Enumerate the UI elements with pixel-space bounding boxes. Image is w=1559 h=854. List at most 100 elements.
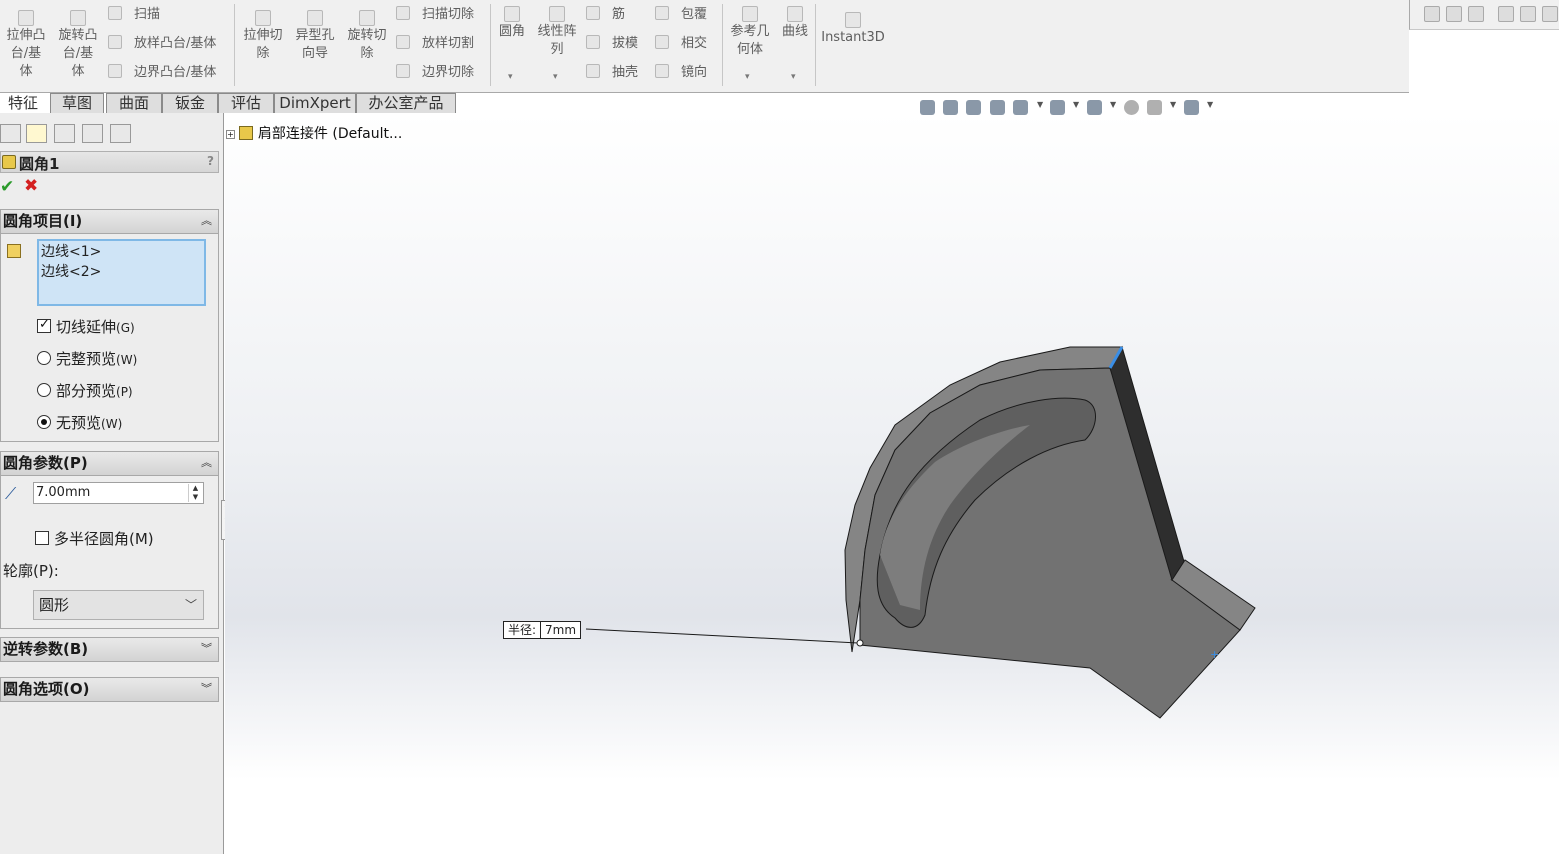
setback-params-section-header[interactable]: 逆转参数(B) ︾ — [0, 637, 219, 662]
display-style-icon[interactable] — [1050, 100, 1065, 115]
curves-button[interactable]: 曲线 — [778, 6, 812, 41]
radius-callout[interactable]: 半径: 7mm — [503, 621, 582, 639]
tab-surfaces[interactable]: 曲面 — [106, 93, 162, 113]
previous-view-icon[interactable] — [966, 100, 981, 115]
rib-button[interactable]: 筋 — [586, 6, 625, 24]
reference-geometry-button[interactable]: 参考几 何体 — [727, 6, 773, 59]
hole-wizard-button[interactable]: 异型孔 向导 — [292, 10, 338, 63]
intersect-button[interactable]: 相交 — [655, 35, 707, 53]
configuration-manager-icon[interactable] — [54, 124, 75, 143]
expand-chevron-icon[interactable]: ︾ — [201, 677, 212, 700]
fillet-params-section-header[interactable]: 圆角参数(P) ︽ — [0, 451, 219, 476]
fillet-dropdown-icon[interactable]: ▾ — [508, 72, 513, 82]
multi-radius-checkbox[interactable] — [35, 531, 49, 545]
layout-icon[interactable] — [1446, 6, 1462, 22]
tab-sheet-metal[interactable]: 钣金 — [162, 93, 218, 113]
radius-spinner[interactable]: ▲ ▼ — [188, 484, 202, 502]
fillet-feature-icon — [2, 155, 16, 169]
tab-sketch[interactable]: 草图 — [50, 93, 104, 113]
extrude-boss-icon — [18, 10, 34, 26]
full-preview-radio[interactable] — [37, 351, 51, 365]
draft-button[interactable]: 拔模 — [586, 35, 638, 53]
loft-icon — [108, 35, 122, 49]
profile-label: 轮廓(P): — [3, 562, 59, 580]
tab-features[interactable]: 特征 — [0, 93, 46, 113]
radius-callout-value[interactable]: 7mm — [541, 622, 580, 638]
reference-dropdown-icon[interactable]: ▾ — [745, 72, 750, 82]
zoom-area-icon[interactable] — [943, 100, 958, 115]
edge-selection-list[interactable]: 边线<1> 边线<2> — [37, 239, 206, 306]
view-orientation-icon[interactable] — [1013, 100, 1028, 115]
mirror-button[interactable]: 镜向 — [655, 64, 707, 82]
no-preview-radio[interactable] — [37, 415, 51, 429]
section-view-icon[interactable] — [990, 100, 1005, 115]
part-icon[interactable] — [1468, 6, 1484, 22]
loft-button[interactable]: 放样凸台/基体 — [108, 35, 216, 53]
property-manager-icon[interactable] — [26, 124, 47, 143]
feature-tree-flyout[interactable]: + 肩部连接件 (Default... — [226, 123, 402, 143]
view-orientation-dropdown-icon[interactable]: ▼ — [1037, 100, 1043, 109]
hide-show-dropdown-icon[interactable]: ▼ — [1110, 100, 1116, 109]
multi-radius-label: 多半径圆角(M) — [54, 530, 154, 548]
pattern-dropdown-icon[interactable]: ▾ — [553, 72, 558, 82]
instant3d-button[interactable]: Instant3D — [820, 12, 886, 47]
linear-pattern-button[interactable]: 线性阵 列 — [534, 6, 580, 59]
command-manager-ribbon: 拉伸凸 台/基 体 旋转凸 台/基 体 扫描 放样凸台/基体 边界凸台/基体 拉… — [0, 0, 1409, 93]
sweep-button[interactable]: 扫描 — [108, 6, 160, 24]
partial-preview-radio[interactable] — [37, 383, 51, 397]
boundary-cut-button[interactable]: 边界切除 — [396, 64, 474, 82]
boundary-boss-button[interactable]: 边界凸台/基体 — [108, 64, 216, 82]
tangent-propagation-checkbox[interactable] — [37, 317, 51, 333]
display-manager-icon[interactable] — [110, 124, 131, 143]
tangent-propagation-label: 切线延伸(G) — [56, 318, 135, 336]
revolve-cut-button[interactable]: 旋转切 除 — [344, 10, 390, 63]
ribbon-divider — [722, 4, 723, 86]
collapse-chevron-icon[interactable]: ︽ — [201, 451, 212, 474]
tree-root-label[interactable]: 肩部连接件 (Default... — [258, 126, 402, 142]
cancel-button[interactable]: ✖ — [24, 176, 38, 196]
tab-evaluate[interactable]: 评估 — [218, 93, 274, 113]
tab-office-products[interactable]: 办公室产品 — [356, 93, 456, 113]
fillet-params-section: ⟋ 7.00mm ▲ ▼ 多半径圆角(M) 轮廓(P): 圆形 ﹀ — [0, 476, 219, 629]
shell-button[interactable]: 抽壳 — [586, 64, 638, 82]
collapse-chevron-icon[interactable]: ︽ — [201, 209, 212, 232]
list-item[interactable]: 边线<1> — [41, 242, 202, 262]
fillet-items-section-header[interactable]: 圆角项目(I) ︽ — [0, 209, 219, 234]
curves-dropdown-icon[interactable]: ▾ — [791, 72, 796, 82]
display-style-dropdown-icon[interactable]: ▼ — [1073, 100, 1079, 109]
fillet-button[interactable]: 圆角 — [494, 6, 530, 41]
revolve-boss-icon — [70, 10, 86, 26]
help-button[interactable]: ? — [207, 154, 214, 168]
ok-button[interactable]: ✔ — [0, 177, 14, 197]
loft-cut-icon — [396, 35, 410, 49]
view-settings-icon[interactable] — [1184, 100, 1199, 115]
expand-icon[interactable]: + — [226, 130, 235, 139]
assembly-icon[interactable] — [1424, 6, 1440, 22]
revolve-boss-button[interactable]: 旋转凸 台/基 体 — [55, 10, 101, 81]
options-icon[interactable] — [1542, 6, 1558, 22]
fillet-items-section: 边线<1> 边线<2> 切线延伸(G) 完整预览(W) 部分预览(P) 无预览(… — [0, 234, 219, 442]
apply-scene-icon[interactable] — [1147, 100, 1162, 115]
hide-show-icon[interactable] — [1087, 100, 1102, 115]
feature-tree-icon[interactable] — [0, 124, 21, 143]
dimxpert-manager-icon[interactable] — [82, 124, 103, 143]
wrap-button[interactable]: 包覆 — [655, 6, 707, 24]
radius-input[interactable]: 7.00mm ▲ ▼ — [33, 482, 204, 504]
apply-scene-dropdown-icon[interactable]: ▼ — [1170, 100, 1176, 109]
loft-cut-button[interactable]: 放样切割 — [396, 35, 474, 53]
edit-appearance-icon[interactable] — [1124, 100, 1139, 115]
zoom-to-fit-icon[interactable] — [920, 100, 935, 115]
profile-select[interactable]: 圆形 ﹀ — [33, 590, 204, 620]
tab-dimxpert[interactable]: DimXpert — [274, 93, 356, 113]
sketch-icon[interactable] — [1520, 6, 1536, 22]
extrude-boss-button[interactable]: 拉伸凸 台/基 体 — [4, 10, 48, 81]
fillet-options-section-header[interactable]: 圆角选项(O) ︾ — [0, 677, 219, 702]
view-settings-dropdown-icon[interactable]: ▼ — [1207, 100, 1213, 109]
properties-icon[interactable] — [1498, 6, 1514, 22]
list-item[interactable]: 边线<2> — [41, 262, 202, 282]
manager-tabs — [0, 113, 224, 146]
expand-chevron-icon[interactable]: ︾ — [201, 637, 212, 660]
extrude-cut-button[interactable]: 拉伸切 除 — [240, 10, 286, 63]
graphics-viewport[interactable]: + — [225, 113, 1559, 854]
sweep-cut-button[interactable]: 扫描切除 — [396, 6, 474, 24]
